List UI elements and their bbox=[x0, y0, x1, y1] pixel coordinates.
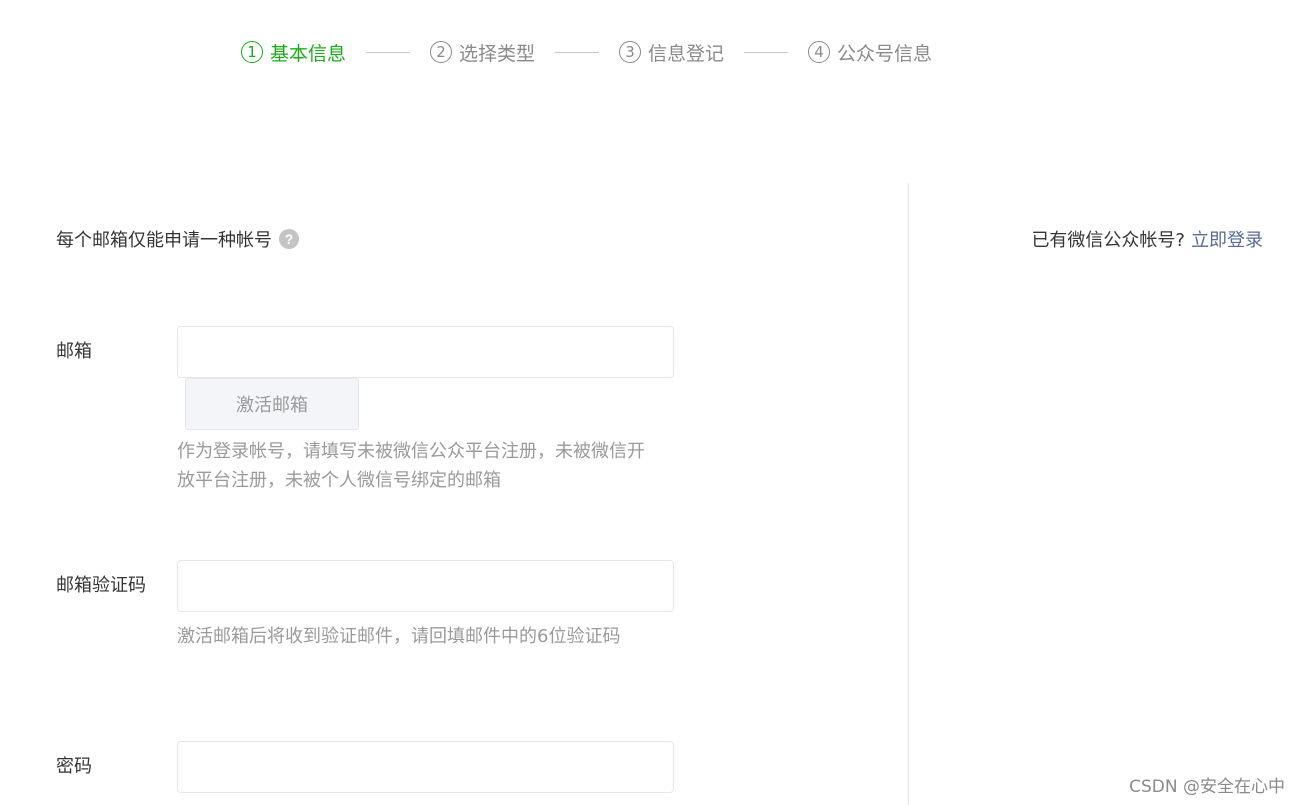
email-label: 邮箱 bbox=[56, 341, 92, 362]
step-number: 4 bbox=[808, 41, 831, 63]
email-code-hint: 激活邮箱后将收到验证邮件，请回填邮件中的6位验证码 bbox=[177, 626, 621, 647]
existing-account-text: 已有微信公众帐号? bbox=[1031, 230, 1185, 251]
step-connector bbox=[366, 51, 411, 53]
step-basic-info: 1 基本信息 bbox=[241, 39, 346, 66]
step-select-type: 2 选择类型 bbox=[430, 39, 535, 66]
email-hint: 作为登录帐号，请填写未被微信公众平台注册，未被微信开放平台注册，未被个人微信号绑… bbox=[177, 441, 645, 491]
email-code-field[interactable] bbox=[177, 560, 674, 612]
question-icon[interactable]: ? bbox=[279, 229, 299, 249]
password-label: 密码 bbox=[56, 756, 92, 777]
email-field[interactable] bbox=[177, 326, 674, 378]
step-info-registration: 3 信息登记 bbox=[619, 39, 724, 66]
step-label: 公众号信息 bbox=[837, 42, 933, 65]
password-field[interactable] bbox=[177, 741, 674, 793]
registration-stepper: 1 基本信息 2 选择类型 3 信息登记 4 公众号信息 bbox=[241, 36, 932, 68]
one-account-per-email-notice: 每个邮箱仅能申请一种帐号 ? bbox=[56, 226, 299, 252]
existing-account-prompt: 已有微信公众帐号? 立即登录 bbox=[1031, 226, 1263, 252]
notice-text: 每个邮箱仅能申请一种帐号 bbox=[56, 230, 272, 251]
step-account-info: 4 公众号信息 bbox=[808, 39, 932, 66]
step-number: 2 bbox=[430, 41, 453, 63]
activate-email-button[interactable]: 激活邮箱 bbox=[185, 378, 359, 430]
step-label: 选择类型 bbox=[459, 42, 536, 65]
step-number: 1 bbox=[241, 41, 263, 63]
login-now-link[interactable]: 立即登录 bbox=[1191, 230, 1263, 251]
step-label: 信息登记 bbox=[648, 42, 725, 65]
vertical-divider bbox=[908, 183, 909, 805]
csdn-watermark: CSDN @安全在心中 bbox=[1129, 777, 1285, 797]
step-label: 基本信息 bbox=[270, 42, 347, 65]
step-connector bbox=[555, 51, 600, 53]
step-connector bbox=[744, 51, 789, 53]
step-number: 3 bbox=[619, 41, 642, 63]
email-code-label: 邮箱验证码 bbox=[56, 575, 146, 596]
